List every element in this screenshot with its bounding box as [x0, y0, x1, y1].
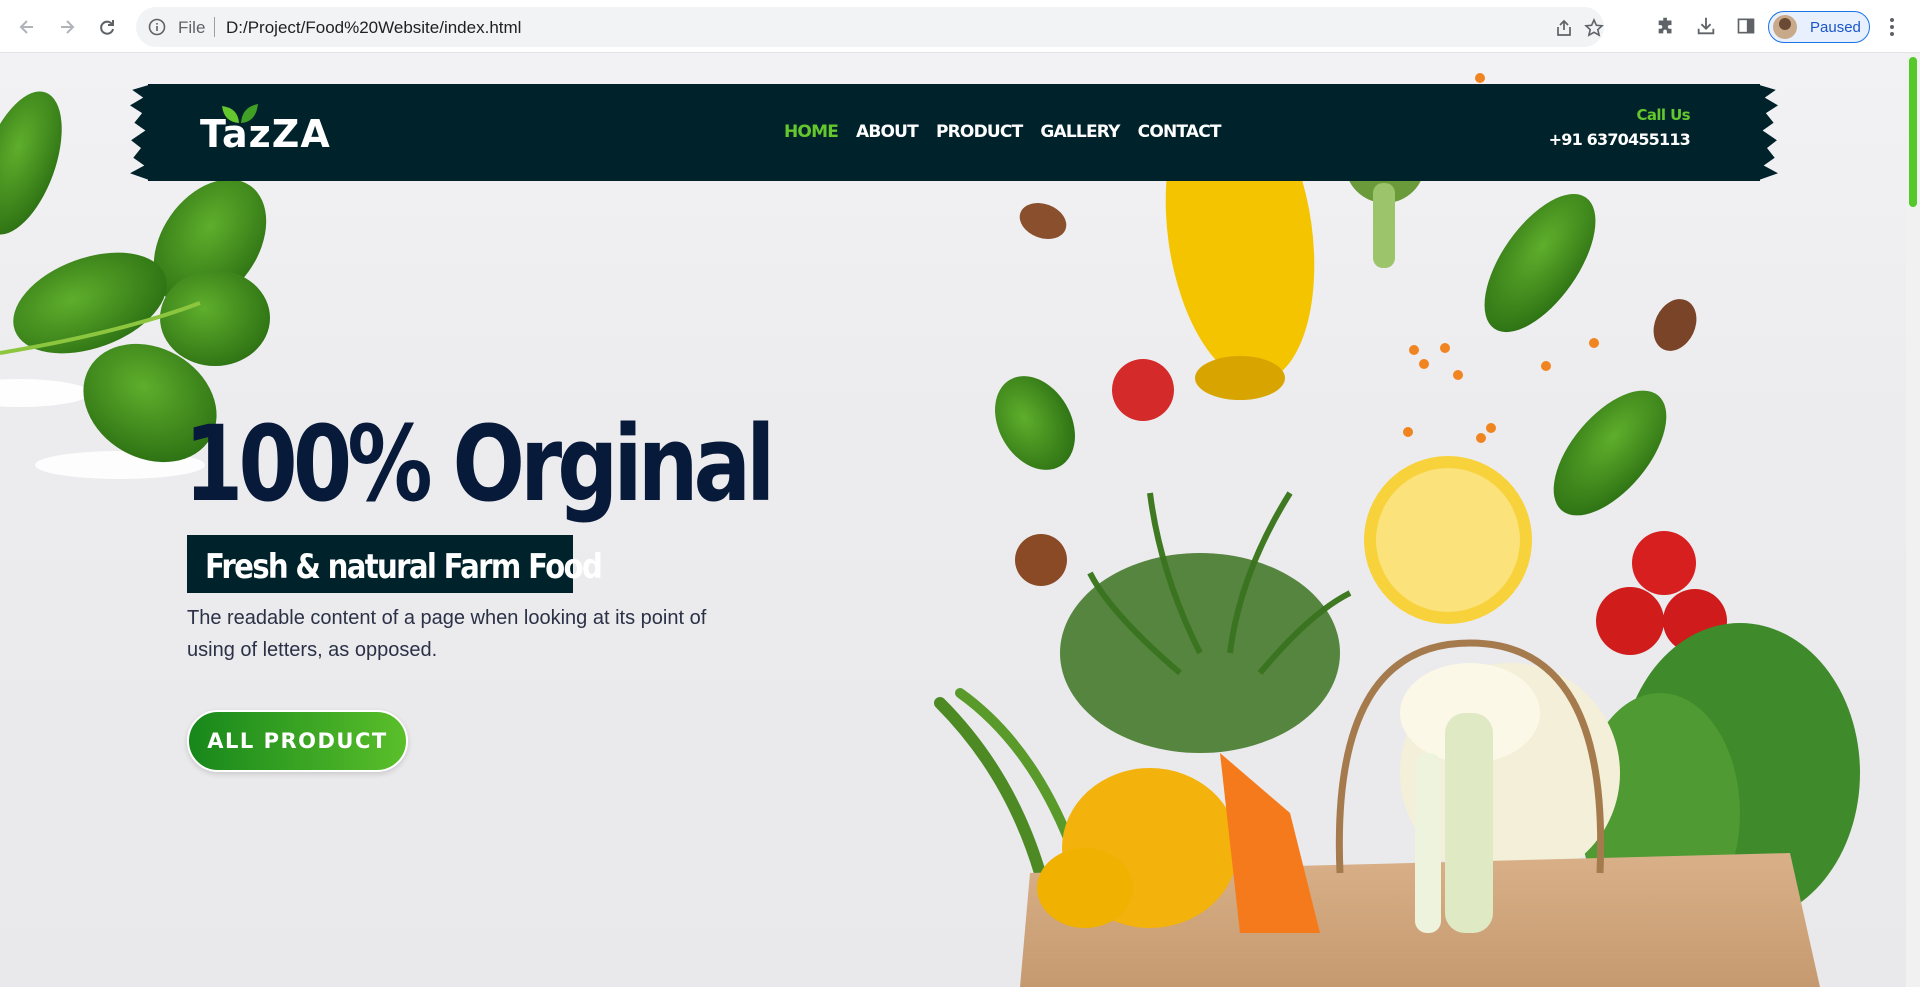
page-scrollbar[interactable]: [1906, 53, 1920, 987]
scrollbar-thumb[interactable]: [1909, 57, 1917, 207]
hero-title: 100% Orginal: [184, 403, 775, 525]
profile-button[interactable]: Paused: [1768, 11, 1870, 43]
nav-gallery[interactable]: GALLERY: [1040, 122, 1120, 142]
file-scheme-label: File: [178, 18, 206, 37]
page-viewport: TazZA HOME ABOUT PRODUCT GALLERY CONTACT…: [0, 53, 1906, 987]
side-panel-icon[interactable]: [1734, 14, 1758, 38]
forward-arrow-icon[interactable]: [52, 12, 82, 42]
site-logo[interactable]: TazZA: [200, 112, 331, 156]
profile-status: Paused: [1810, 19, 1861, 36]
all-product-button[interactable]: ALL PRODUCT: [187, 710, 408, 772]
url-text[interactable]: D:/Project/Food%20Website/index.html: [226, 18, 521, 38]
nav-about[interactable]: ABOUT: [856, 122, 919, 142]
download-icon[interactable]: [1694, 14, 1718, 38]
call-us-label: Call Us: [1636, 106, 1690, 124]
call-us-block: Call Us +91 6370455113: [1549, 106, 1691, 149]
avatar: [1773, 15, 1797, 39]
main-nav: HOME ABOUT PRODUCT GALLERY CONTACT: [784, 122, 1222, 142]
hero-subtitle: Fresh & natural Farm Food: [205, 547, 603, 587]
nav-contact[interactable]: CONTACT: [1138, 122, 1222, 142]
star-icon[interactable]: [1584, 18, 1604, 38]
info-icon[interactable]: [148, 18, 166, 36]
browser-toolbar: File D:/Project/Food%20Website/index.htm…: [0, 0, 1920, 53]
vegetable-bag-illustration: [934, 73, 1860, 987]
hero-subtitle-box: Fresh & natural Farm Food: [187, 535, 603, 593]
hero-description: The readable content of a page when look…: [187, 607, 707, 661]
all-product-label: ALL PRODUCT: [207, 729, 388, 753]
phone-number[interactable]: +91 6370455113: [1549, 130, 1691, 149]
reload-icon[interactable]: [92, 12, 122, 42]
nav-product[interactable]: PRODUCT: [936, 122, 1023, 142]
nav-home[interactable]: HOME: [784, 122, 839, 142]
back-arrow-icon[interactable]: [12, 12, 42, 42]
extensions-icon[interactable]: [1654, 14, 1678, 38]
address-bar[interactable]: File D:/Project/Food%20Website/index.htm…: [136, 7, 1604, 47]
omnibox-divider: [214, 17, 215, 37]
more-menu-icon[interactable]: [1882, 15, 1902, 39]
share-icon[interactable]: [1554, 18, 1574, 38]
site-header: TazZA HOME ABOUT PRODUCT GALLERY CONTACT…: [148, 84, 1760, 181]
